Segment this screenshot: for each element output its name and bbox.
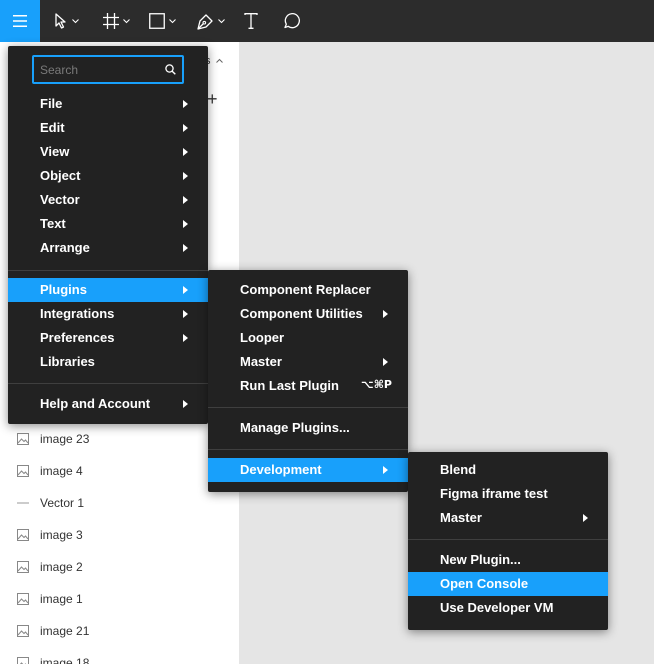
toolbar [0,0,654,42]
main-menu-button[interactable] [0,0,40,42]
menu-item-edit[interactable]: Edit [8,116,208,140]
menu-item-view[interactable]: View [8,140,208,164]
move-tool[interactable] [54,0,79,42]
development-submenu: Blend Figma iframe test Master New Plugi… [408,452,608,630]
menu-item-development[interactable]: Development [208,458,408,482]
submenu-arrow-icon [183,148,188,156]
submenu-arrow-icon [183,124,188,132]
image-icon [17,657,29,664]
menu-item-master[interactable]: Master [408,506,608,530]
layer-name: image 21 [40,624,90,638]
menu-item-integrations[interactable]: Integrations [8,302,208,326]
image-icon [17,465,29,477]
menu-item-figma-iframe-test[interactable]: Figma iframe test [408,482,608,506]
menu-item-help-and-account[interactable]: Help and Account [8,392,208,416]
menu-separator [408,539,608,540]
hamburger-icon [13,15,27,27]
add-page-button[interactable]: + [207,90,218,108]
rectangle-icon [149,13,165,29]
submenu-arrow-icon [183,196,188,204]
shortcut-label: ⌥⌘P [361,378,392,391]
menu-item-text[interactable]: Text [8,212,208,236]
layer-row[interactable]: image 1 [0,583,240,615]
menu-item-run-last-plugin[interactable]: Run Last Plugin ⌥⌘P [208,374,408,398]
layer-row[interactable]: Vector 1 [0,487,240,519]
chevron-down-icon [123,18,130,23]
menu-item-manage-plugins[interactable]: Manage Plugins... [208,416,408,440]
search-icon [165,64,176,75]
plugins-submenu: Component Replacer Component Utilities L… [208,270,408,492]
comment-tool[interactable] [282,0,300,42]
main-menu: File Edit View Object Vector Text Arrang… [8,46,208,424]
layer-name: image 3 [40,528,83,542]
layer-name: image 1 [40,592,83,606]
submenu-arrow-icon [183,244,188,252]
menu-search[interactable] [32,55,184,84]
text-tool[interactable] [244,0,258,42]
menu-item-file[interactable]: File [8,92,208,116]
menu-separator [8,270,208,271]
menu-item-looper[interactable]: Looper [208,326,408,350]
menu-item-arrange[interactable]: Arrange [8,236,208,260]
layer-row[interactable]: image 3 [0,519,240,551]
layer-row[interactable]: image 18 [0,647,240,664]
submenu-arrow-icon [183,220,188,228]
menu-item-use-developer-vm[interactable]: Use Developer VM [408,596,608,620]
menu-item-blend[interactable]: Blend [408,458,608,482]
image-icon [17,433,29,445]
menu-item-new-plugin[interactable]: New Plugin... [408,548,608,572]
menu-item-preferences[interactable]: Preferences [8,326,208,350]
menu-separator [8,383,208,384]
submenu-arrow-icon [183,400,188,408]
cursor-icon [55,13,66,29]
layer-name: image 2 [40,560,83,574]
menu-item-master[interactable]: Master [208,350,408,374]
submenu-arrow-icon [183,100,188,108]
menu-search-input[interactable] [40,61,160,79]
comment-icon [284,13,300,29]
layer-name: image 18 [40,656,90,664]
submenu-arrow-icon [383,310,388,318]
layer-row[interactable]: image 21 [0,615,240,647]
submenu-arrow-icon [183,172,188,180]
layer-row[interactable]: image 4 [0,455,240,487]
menu-item-object[interactable]: Object [8,164,208,188]
image-icon [17,529,29,541]
submenu-arrow-icon [583,514,588,522]
menu-item-component-replacer[interactable]: Component Replacer [208,278,408,302]
pen-tool[interactable] [197,0,225,42]
submenu-arrow-icon [183,286,188,294]
image-icon [17,593,29,605]
menu-item-plugins[interactable]: Plugins [8,278,208,302]
menu-separator [208,449,408,450]
text-icon [244,13,258,29]
menu-item-libraries[interactable]: Libraries [8,350,208,374]
frame-icon [103,13,119,29]
layer-name: image 23 [40,432,90,446]
chevron-down-icon [72,18,79,23]
menu-item-vector[interactable]: Vector [8,188,208,212]
submenu-arrow-icon [183,310,188,318]
layer-row[interactable]: image 2 [0,551,240,583]
chevron-down-icon [169,18,176,23]
chevron-down-icon [218,18,225,23]
menu-separator [208,407,408,408]
chevron-up-icon[interactable] [216,58,223,63]
menu-item-open-console[interactable]: Open Console [408,572,608,596]
image-icon [17,625,29,637]
layer-row[interactable]: image 23 [0,423,240,455]
frame-tool[interactable] [103,0,130,42]
submenu-arrow-icon [383,466,388,474]
shape-tool[interactable] [149,0,176,42]
layer-name: image 4 [40,464,83,478]
menu-item-component-utilities[interactable]: Component Utilities [208,302,408,326]
submenu-arrow-icon [383,358,388,366]
line-icon [17,502,29,504]
layer-name: Vector 1 [40,496,85,510]
submenu-arrow-icon [183,334,188,342]
image-icon [17,561,29,573]
pen-icon [197,13,213,30]
